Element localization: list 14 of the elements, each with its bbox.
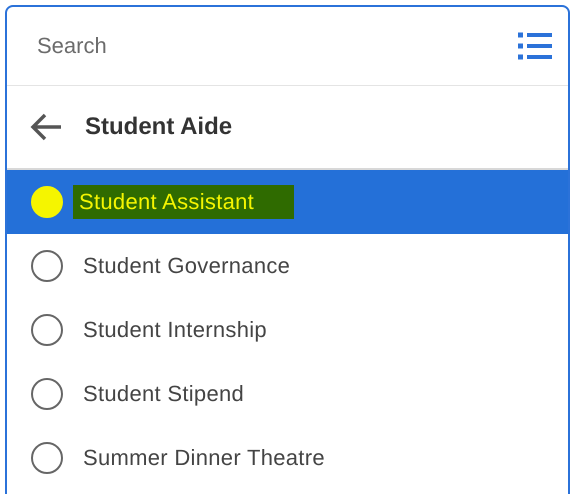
radio-button[interactable] <box>31 442 63 474</box>
option-label: Student Governance <box>83 253 290 279</box>
category-title: Student Aide <box>85 113 232 141</box>
radio-button[interactable] <box>31 314 63 346</box>
search-field[interactable]: Search <box>35 32 518 60</box>
option-row[interactable]: Student Assistant <box>7 170 568 234</box>
list-icon[interactable] <box>518 32 552 60</box>
back-arrow-icon[interactable] <box>29 112 63 142</box>
option-label: Student Assistant <box>73 185 294 219</box>
option-label: Student Stipend <box>83 381 244 407</box>
option-label: Student Internship <box>83 317 267 343</box>
radio-button[interactable] <box>31 378 63 410</box>
radio-button[interactable] <box>31 250 63 282</box>
option-label: Summer Dinner Theatre <box>83 445 325 471</box>
